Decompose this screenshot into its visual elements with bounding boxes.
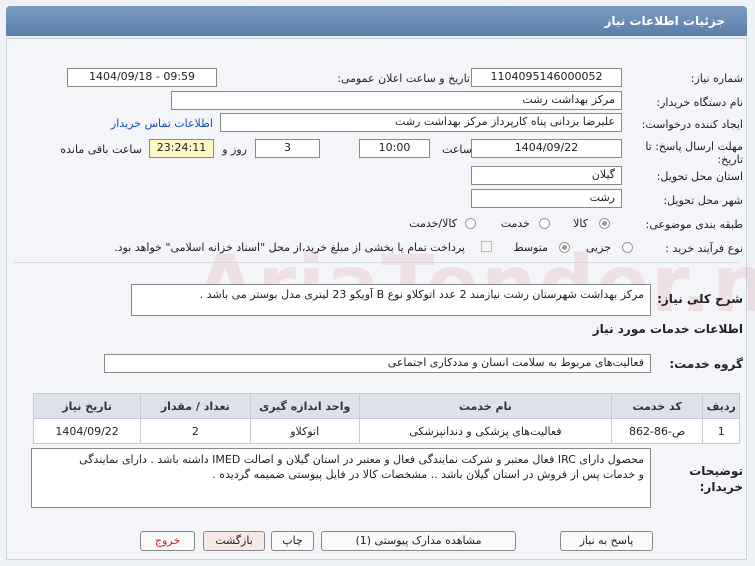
treasury-checkbox[interactable] [481,241,492,252]
category-service-radio[interactable] [539,218,550,229]
col-quantity: تعداد / مقدار [140,393,251,419]
city-label: شهر محل تحویل: [663,194,743,207]
buyer-notes-line-2: و خدمات پس از فروش در استان گیلان باشد .… [212,468,644,481]
city-field: رشت [471,189,622,208]
remaining-time-field: 23:24:11 [149,139,214,158]
process-medium-label: متوسط [513,241,548,254]
col-need-date: تاریخ نیاز [32,393,142,419]
print-button[interactable]: چاپ [271,531,314,551]
table-row: 1404/09/22 2 اتوکلاو فعالیت‌های پزشکی و … [32,418,740,444]
services-section-title: اطلاعات خدمات مورد نیاز [592,322,743,336]
buyer-notes-field[interactable]: محصول دارای IRC فعال معتبر و شرکت نمایند… [31,448,651,508]
buyer-field: مرکز بهداشت رشت [171,91,622,110]
attachments-button[interactable]: مشاهده مدارک پیوستی (1) [321,531,516,551]
cell-row: 1 [702,418,740,444]
cell-quantity: 2 [140,418,251,444]
creator-field: علیرضا یزدانی پناه کارپرداز مرکز بهداشت … [220,113,622,132]
category-goods-service-label: کالا/خدمت [409,217,457,230]
divider [14,262,739,263]
announce-date-label: تاریخ و ساعت اعلان عمومی: [337,72,470,85]
cell-service-code: ص-86-862 [610,418,704,444]
category-service-label: خدمت [500,217,530,230]
process-minor-label: جزیی [585,241,611,254]
service-group-label: گروه خدمت: [669,357,743,371]
remaining-time-label: ساعت باقی مانده [60,143,142,156]
province-label: استان محل تحویل: [656,170,743,183]
page-title: جزئیات اطلاعات نیاز [604,14,725,28]
table-header-row: تاریخ نیاز تعداد / مقدار واحد اندازه گیر… [32,393,740,419]
deadline-label: مهلت ارسال پاسخ: تا [645,140,743,153]
process-medium-radio[interactable] [559,242,570,253]
services-table: تاریخ نیاز تعداد / مقدار واحد اندازه گیر… [32,393,740,444]
deadline-time-field: 10:00 [359,139,430,158]
cell-unit: اتوکلاو [249,418,360,444]
description-label: شرح کلی نیاز: [657,292,743,306]
buyer-notes-line-1: محصول دارای IRC فعال معتبر و شرکت نمایند… [79,453,644,466]
buyer-label: نام دستگاه خریدار: [656,96,743,109]
deadline-time-label: ساعت [442,143,472,156]
buyer-contact-link[interactable]: اطلاعات تماس خریدار [111,117,213,130]
category-label: طبقه بندی موضوعی: [645,218,743,231]
treasury-note: پرداخت تمام یا بخشی از مبلغ خرید،از محل … [114,241,465,254]
col-service-name: نام خدمت [358,393,612,419]
days-label: روز و [222,143,247,156]
province-field: گیلان [471,166,622,185]
col-row: ردیف [702,393,740,419]
service-group-field: فعالیت‌های مربوط به سلامت انسان و مددکار… [104,354,651,373]
announce-date-field: 1404/09/18 - 09:59 [67,68,217,87]
buyer-notes-label: توضیحات [689,464,743,478]
reply-button[interactable]: پاسخ به نیاز [560,531,653,551]
deadline-date-field: 1404/09/22 [471,139,622,158]
col-service-code: کد خدمت [610,393,704,419]
process-minor-radio[interactable] [622,242,633,253]
days-remaining-field: 3 [255,139,320,158]
page-header: جزئیات اطلاعات نیاز [6,6,747,36]
creator-label: ایجاد کننده درخواست: [641,118,743,131]
deadline-label-2: تاریخ: [717,153,743,166]
need-number-label: شماره نیاز: [690,72,743,85]
category-goods-service-radio[interactable] [465,218,476,229]
buyer-notes-label-2: خریدار: [699,480,743,494]
cell-need-date: 1404/09/22 [32,418,142,444]
col-unit: واحد اندازه گیری [249,393,360,419]
exit-button[interactable]: خروج [140,531,195,551]
back-button[interactable]: بازگشت [203,531,265,551]
category-goods-label: کالا [573,217,588,230]
cell-service-name: فعالیت‌های پزشکی و دندانپزشکی [358,418,612,444]
need-number-field: 1104095146000052 [471,68,622,87]
category-goods-radio[interactable] [599,218,610,229]
process-label: نوع فرآیند خرید : [665,242,743,255]
description-field[interactable]: مرکز بهداشت شهرستان رشت نیازمند 2 عدد ات… [131,284,651,316]
